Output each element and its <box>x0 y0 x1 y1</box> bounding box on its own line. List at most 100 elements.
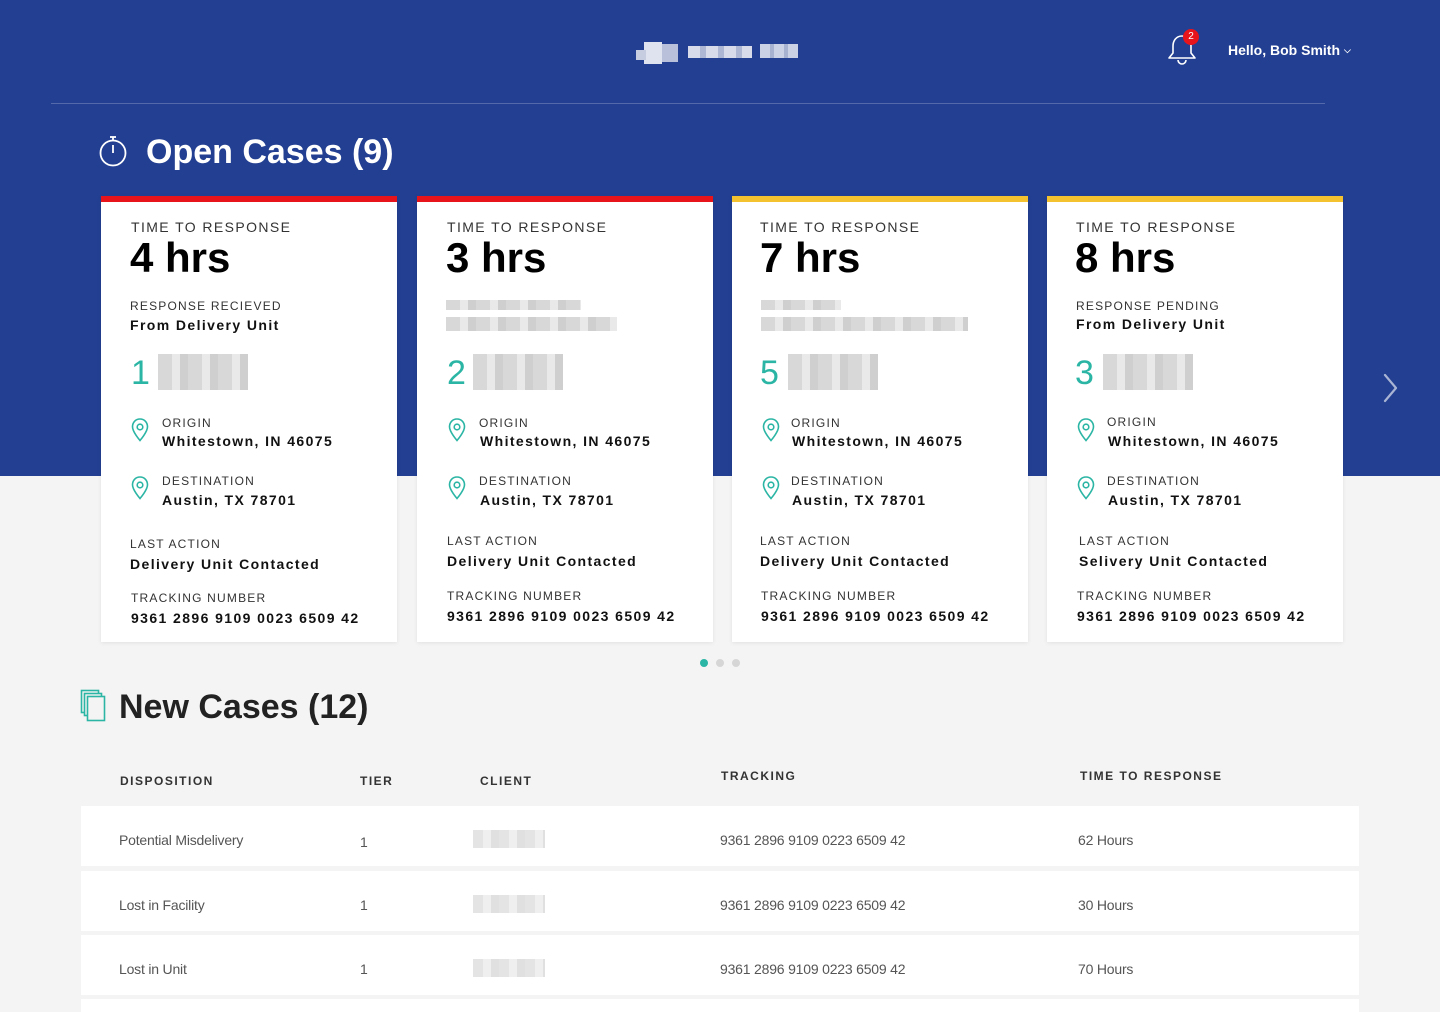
destination-label: DESTINATION <box>1107 474 1200 488</box>
user-greeting-text: Hello, Bob Smith <box>1228 42 1340 58</box>
stopwatch-icon <box>99 136 127 167</box>
tracking-label: TRACKING NUMBER <box>131 591 267 605</box>
status-value: From Delivery Unit <box>1076 316 1226 332</box>
destination-label: DESTINATION <box>791 474 884 488</box>
origin-label: ORIGIN <box>791 416 841 430</box>
destination-value: Austin, TX 78701 <box>792 492 927 508</box>
user-menu[interactable]: Hello, Bob Smith ⌵ <box>1228 42 1351 58</box>
case-card[interactable]: TIME TO RESPONSE 7 hrs 5 ORIGIN Whitesto… <box>732 196 1028 642</box>
table-row[interactable]: Lost in Facility 1 9361 2896 9109 0223 6… <box>81 871 1359 931</box>
case-card[interactable]: TIME TO RESPONSE 3 hrs 2 ORIGIN Whitesto… <box>417 196 713 642</box>
tracking-label: TRACKING NUMBER <box>761 589 897 603</box>
table-row[interactable] <box>81 999 1359 1012</box>
redacted-text <box>761 317 968 331</box>
column-header-disposition[interactable]: DISPOSITION <box>120 774 214 788</box>
origin-label: ORIGIN <box>479 416 529 430</box>
time-cell: 30 Hours <box>1078 897 1134 913</box>
map-pin-icon <box>448 476 466 500</box>
origin-value: Whitestown, IN 46075 <box>792 433 964 449</box>
redacted-text <box>473 354 563 390</box>
time-cell: 70 Hours <box>1078 961 1134 977</box>
map-pin-icon <box>1077 418 1095 442</box>
chevron-right-icon[interactable] <box>1380 372 1400 404</box>
case-count: 5 <box>760 354 779 392</box>
redacted-text <box>788 354 878 390</box>
column-header-time-to-response[interactable]: TIME TO RESPONSE <box>1080 769 1222 783</box>
urgency-bar <box>1047 196 1343 202</box>
notification-badge: 2 <box>1183 29 1199 45</box>
table-row[interactable]: Potential Misdelivery 1 9361 2896 9109 0… <box>81 806 1359 866</box>
last-action-value: Delivery Unit Contacted <box>447 553 638 569</box>
case-card[interactable]: TIME TO RESPONSE 4 hrs RESPONSE RECIEVED… <box>101 196 397 642</box>
tracking-value: 9361 2896 9109 0023 6509 42 <box>131 610 360 626</box>
last-action-value: Delivery Unit Contacted <box>130 556 321 572</box>
case-card[interactable]: TIME TO RESPONSE 8 hrs RESPONSE PENDING … <box>1047 196 1343 642</box>
destination-label: DESTINATION <box>479 474 572 488</box>
origin-label: ORIGIN <box>1107 415 1157 429</box>
time-value: 4 hrs <box>130 234 231 281</box>
tracking-label: TRACKING NUMBER <box>1077 589 1213 603</box>
disposition-cell: Lost in Facility <box>119 897 205 913</box>
header-divider <box>51 103 1325 104</box>
tracking-value: 9361 2896 9109 0023 6509 42 <box>761 608 990 624</box>
origin-value: Whitestown, IN 46075 <box>162 433 334 449</box>
status-value: From Delivery Unit <box>130 317 280 333</box>
tier-cell: 1 <box>360 897 368 913</box>
carousel-pagination <box>700 659 740 667</box>
time-label: TIME TO RESPONSE <box>760 219 921 235</box>
open-cases-title: Open Cases (9) <box>146 133 394 171</box>
last-action-label: LAST ACTION <box>760 534 852 548</box>
case-count: 1 <box>131 354 150 392</box>
urgency-bar <box>417 196 713 202</box>
map-pin-icon <box>1077 476 1095 500</box>
tracking-cell: 9361 2896 9109 0223 6509 42 <box>720 897 906 913</box>
tier-cell: 1 <box>360 834 368 850</box>
destination-value: Austin, TX 78701 <box>162 492 297 508</box>
map-pin-icon <box>762 418 780 442</box>
carousel-dot[interactable] <box>700 659 708 667</box>
origin-label: ORIGIN <box>162 416 212 430</box>
new-cases-title: New Cases (12) <box>119 688 369 726</box>
time-value: 3 hrs <box>446 234 547 281</box>
status-label: RESPONSE RECIEVED <box>130 299 282 313</box>
disposition-cell: Potential Misdelivery <box>119 832 244 848</box>
last-action-value: Delivery Unit Contacted <box>760 553 951 569</box>
redacted-text <box>1103 354 1193 390</box>
time-value: 7 hrs <box>760 234 861 281</box>
time-value: 8 hrs <box>1075 234 1176 281</box>
tier-cell: 1 <box>360 961 368 977</box>
column-header-client[interactable]: CLIENT <box>480 774 532 788</box>
origin-value: Whitestown, IN 46075 <box>1108 433 1280 449</box>
tracking-cell: 9361 2896 9109 0223 6509 42 <box>720 961 906 977</box>
time-label: TIME TO RESPONSE <box>131 219 292 235</box>
column-header-tier[interactable]: TIER <box>360 774 393 788</box>
map-pin-icon <box>762 476 780 500</box>
tracking-label: TRACKING NUMBER <box>447 589 583 603</box>
time-label: TIME TO RESPONSE <box>447 219 608 235</box>
copy-icon <box>80 689 106 722</box>
time-label: TIME TO RESPONSE <box>1076 219 1237 235</box>
case-count: 3 <box>1075 354 1094 392</box>
redacted-client <box>473 895 545 913</box>
redacted-client <box>473 830 545 848</box>
logo[interactable] <box>636 40 798 66</box>
redacted-text <box>446 300 581 310</box>
tracking-value: 9361 2896 9109 0023 6509 42 <box>447 608 676 624</box>
urgency-bar <box>732 196 1028 202</box>
last-action-label: LAST ACTION <box>130 537 222 551</box>
map-pin-icon <box>448 418 466 442</box>
column-header-tracking[interactable]: TRACKING <box>721 769 796 783</box>
table-row[interactable]: Lost in Unit 1 9361 2896 9109 0223 6509 … <box>81 935 1359 995</box>
map-pin-icon <box>131 418 149 442</box>
destination-label: DESTINATION <box>162 474 255 488</box>
disposition-cell: Lost in Unit <box>119 961 187 977</box>
carousel-dot[interactable] <box>716 659 724 667</box>
time-cell: 62 Hours <box>1078 832 1134 848</box>
redacted-client <box>473 959 545 977</box>
redacted-text <box>446 317 617 331</box>
last-action-label: LAST ACTION <box>1079 534 1171 548</box>
carousel-dot[interactable] <box>732 659 740 667</box>
redacted-text <box>761 300 841 310</box>
status-label: RESPONSE PENDING <box>1076 299 1220 313</box>
tracking-value: 9361 2896 9109 0023 6509 42 <box>1077 608 1306 624</box>
